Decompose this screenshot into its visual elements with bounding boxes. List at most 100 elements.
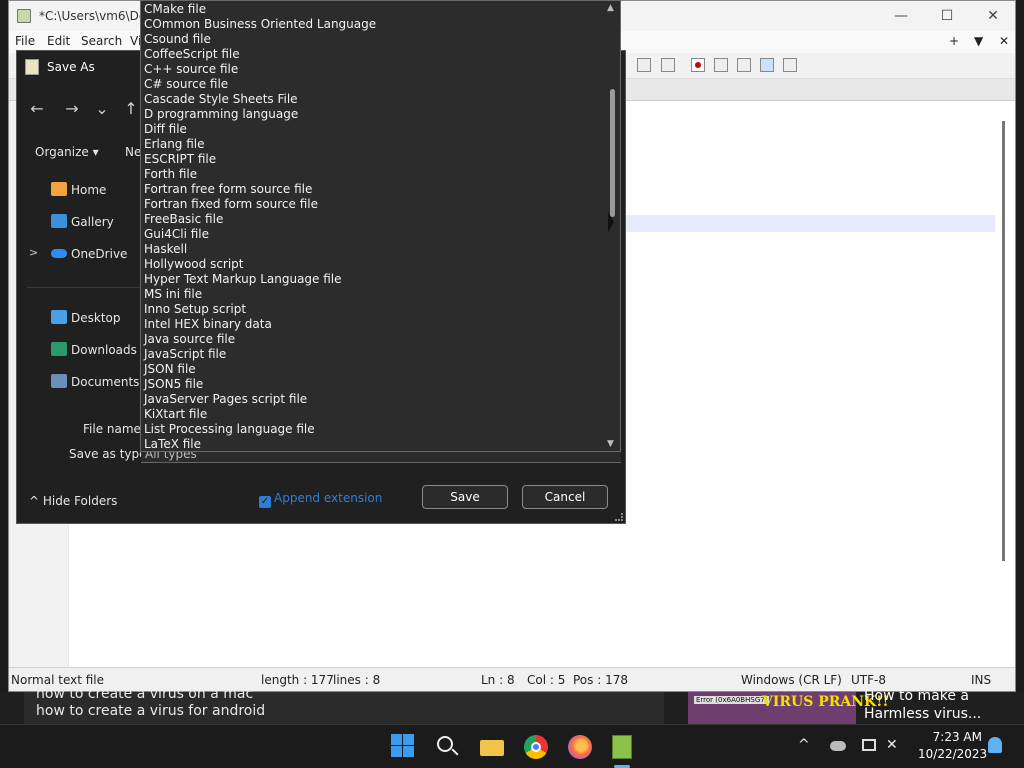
mouse-cursor-icon <box>608 212 614 232</box>
type-option[interactable]: Diff file <box>144 122 187 137</box>
search-suggestions: how to create a virus on a mac how to cr… <box>24 686 664 724</box>
onedrive-tray-icon[interactable] <box>830 741 846 751</box>
type-option[interactable]: JavaServer Pages script file <box>144 392 307 407</box>
minimize-icon[interactable]: — <box>891 6 911 26</box>
type-option[interactable]: Fortran fixed form source file <box>144 197 318 212</box>
file-explorer-icon[interactable] <box>478 733 506 761</box>
type-option[interactable]: Cascade Style Sheets File <box>144 92 298 107</box>
resize-grip-icon[interactable] <box>615 513 623 521</box>
nav-separator <box>27 287 143 288</box>
nav-label: OneDrive <box>71 247 128 261</box>
hide-folders-button[interactable]: ^ Hide Folders <box>29 494 117 508</box>
tab-list-icon[interactable]: ▼ <box>974 34 983 48</box>
home-icon <box>51 182 67 196</box>
play-macro-icon[interactable] <box>737 58 751 72</box>
up-arrow-icon[interactable]: ↑ <box>121 99 141 118</box>
close-tab-icon[interactable]: ✕ <box>999 34 1009 48</box>
suggestion-item[interactable]: how to create a virus on a mac <box>36 686 253 702</box>
type-option[interactable]: C++ source file <box>144 62 238 77</box>
menu-search[interactable]: Search <box>81 34 122 48</box>
start-icon[interactable] <box>390 733 418 761</box>
nav-gallery[interactable]: Gallery <box>25 209 143 235</box>
maximize-icon[interactable]: ☐ <box>937 6 957 26</box>
cancel-button[interactable]: Cancel <box>522 485 608 509</box>
open-folder-icon[interactable] <box>637 58 651 72</box>
type-option[interactable]: Csound file <box>144 32 211 47</box>
scroll-up-icon[interactable]: ▲ <box>607 3 614 13</box>
nav-desktop[interactable]: Desktop <box>25 305 143 331</box>
type-option[interactable]: Inno Setup script <box>144 302 246 317</box>
system-clock[interactable]: 7:23 AM 10/22/2023 <box>918 729 987 763</box>
type-option[interactable]: COmmon Business Oriented Language <box>144 17 376 32</box>
save-type-dropdown-list[interactable]: CMake file COmmon Business Oriented Langu… <box>140 0 621 452</box>
type-option[interactable]: JSON file <box>144 362 196 377</box>
new-folder-button[interactable]: Ne <box>125 145 141 159</box>
type-option[interactable]: JavaScript file <box>144 347 226 362</box>
editor-scrollbar[interactable] <box>1002 121 1005 561</box>
type-option[interactable]: LaTeX file <box>144 437 201 451</box>
nav-home[interactable]: Home <box>25 177 143 203</box>
organize-button[interactable]: Organize ▾ <box>35 145 99 159</box>
forward-arrow-icon[interactable]: → <box>62 99 82 118</box>
stop-macro-icon[interactable] <box>714 58 728 72</box>
status-lines: lines : 8 <box>333 673 381 687</box>
nav-documents[interactable]: Documents <box>25 369 143 395</box>
video-title-line[interactable]: Harmless virus... <box>864 706 981 722</box>
scroll-down-icon[interactable]: ▼ <box>607 439 614 449</box>
type-option[interactable]: Intel HEX binary data <box>144 317 272 332</box>
type-option[interactable]: JSON5 file <box>144 377 203 392</box>
type-option[interactable]: Forth file <box>144 167 197 182</box>
navigation-pane: Home Gallery > OneDrive Desktop Download… <box>25 173 143 403</box>
volume-muted-icon[interactable]: ✕ <box>886 737 898 753</box>
close-icon[interactable]: ✕ <box>983 6 1003 26</box>
notepad-icon <box>25 59 39 75</box>
type-option[interactable]: Fortran free form source file <box>144 182 312 197</box>
save-macro-icon[interactable] <box>783 58 797 72</box>
tray-chevron-icon[interactable]: ^ <box>798 737 810 753</box>
back-arrow-icon[interactable]: ← <box>27 99 47 118</box>
recent-locations-icon[interactable]: ⌄ <box>92 99 112 118</box>
firefox-icon[interactable] <box>566 733 594 761</box>
browser-background: how to create a virus on a mac how to cr… <box>0 686 1024 724</box>
nav-downloads[interactable]: Downloads <box>25 337 143 363</box>
chrome-icon[interactable] <box>522 733 550 761</box>
video-thumbnail[interactable]: Error (0x6A0BHSG7) VIRUS PRANK!! <box>688 692 889 724</box>
menu-file[interactable]: File <box>15 34 35 48</box>
notification-bell-icon[interactable] <box>988 737 1002 753</box>
type-option[interactable]: CoffeeScript file <box>144 47 240 62</box>
chevron-right-icon[interactable]: > <box>29 246 38 259</box>
add-tab-icon[interactable]: + <box>949 34 959 48</box>
type-option[interactable]: MS ini file <box>144 287 202 302</box>
clock-time: 7:23 AM <box>932 730 982 744</box>
scroll-thumb[interactable] <box>610 89 615 217</box>
type-option[interactable]: List Processing language file <box>144 422 315 437</box>
notepadpp-taskbar-icon[interactable] <box>608 733 636 761</box>
append-extension-checkbox[interactable]: ✓ Append extension <box>259 491 382 508</box>
type-option[interactable]: Hollywood script <box>144 257 244 272</box>
view-icon[interactable] <box>661 58 675 72</box>
type-option[interactable]: C# source file <box>144 77 228 92</box>
type-option[interactable]: KiXtart file <box>144 407 207 422</box>
type-option[interactable]: Hyper Text Markup Language file <box>144 272 342 287</box>
status-file-type: Normal text file <box>11 673 105 687</box>
type-option[interactable]: Haskell <box>144 242 187 257</box>
network-icon[interactable] <box>862 739 876 751</box>
suggestion-item[interactable]: how to create a virus for android <box>36 703 265 719</box>
video-title-line[interactable]: How to make a <box>864 688 969 704</box>
type-option[interactable]: Java source file <box>144 332 235 347</box>
save-button[interactable]: Save <box>422 485 508 509</box>
type-option[interactable]: CMake file <box>144 2 206 17</box>
nav-onedrive[interactable]: > OneDrive <box>25 241 143 267</box>
type-option[interactable]: Gui4Cli file <box>144 227 209 242</box>
record-macro-icon[interactable] <box>691 58 705 72</box>
type-option[interactable]: D programming language <box>144 107 298 122</box>
run-macro-multiple-icon[interactable] <box>760 58 774 72</box>
type-option[interactable]: Erlang file <box>144 137 205 152</box>
type-option[interactable]: ESCRIPT file <box>144 152 216 167</box>
menu-edit[interactable]: Edit <box>47 34 70 48</box>
status-pos: Pos : 178 <box>573 673 628 687</box>
search-icon[interactable] <box>434 733 462 761</box>
status-encoding: UTF-8 <box>851 673 886 687</box>
status-col: Col : 5 <box>527 673 566 687</box>
type-option[interactable]: FreeBasic file <box>144 212 223 227</box>
